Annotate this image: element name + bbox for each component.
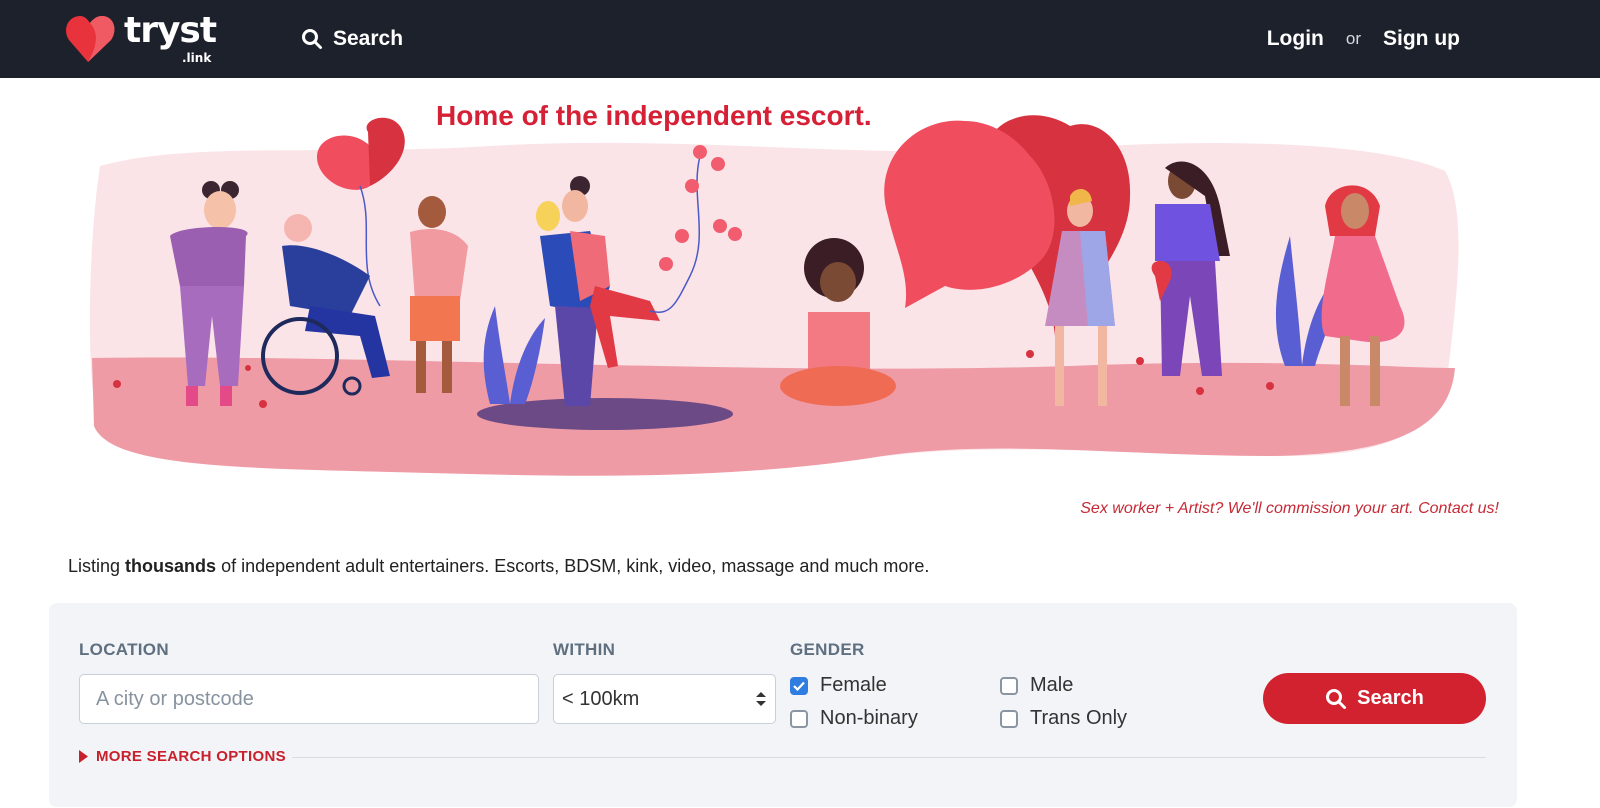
intro-after: of independent adult entertainers. Escor… bbox=[216, 556, 930, 576]
within-select[interactable]: < 100km bbox=[553, 674, 776, 724]
hero-illustration bbox=[89, 115, 1459, 476]
gender-nonbinary-label: Non-binary bbox=[820, 707, 918, 729]
artist-commission-link[interactable]: Sex worker + Artist? We'll commission yo… bbox=[1080, 500, 1499, 518]
more-search-options-toggle[interactable]: MORE SEARCH OPTIONS bbox=[79, 748, 286, 765]
hero-title: Home of the independent escort. bbox=[436, 100, 872, 131]
checkmark-icon bbox=[793, 681, 805, 691]
gender-trans-only-checkbox[interactable]: Trans Only bbox=[1000, 707, 1127, 730]
location-input[interactable] bbox=[79, 674, 539, 724]
checkbox-checked-icon bbox=[790, 676, 808, 695]
options-divider bbox=[292, 757, 1486, 758]
gender-nonbinary-checkbox[interactable]: Non-binary bbox=[790, 707, 918, 730]
brand-logo[interactable]: tryst .link bbox=[66, 10, 217, 66]
login-link[interactable]: Login bbox=[1267, 27, 1324, 51]
location-label: LOCATION bbox=[79, 640, 169, 659]
gender-trans-only-label: Trans Only bbox=[1030, 707, 1128, 729]
gender-male-checkbox[interactable]: Male bbox=[1000, 674, 1073, 697]
hero-ground bbox=[92, 357, 1455, 476]
gender-female-label: Female bbox=[820, 674, 887, 696]
within-value: < 100km bbox=[562, 687, 640, 710]
or-separator: or bbox=[1345, 29, 1361, 48]
gender-female-checkbox[interactable]: Female bbox=[790, 674, 887, 697]
search-submit-button[interactable]: Search bbox=[1263, 673, 1486, 724]
more-search-options-label: MORE SEARCH OPTIONS bbox=[96, 748, 286, 765]
heart-logo-icon bbox=[66, 16, 115, 62]
select-arrows-icon bbox=[756, 692, 766, 706]
gender-male-label: Male bbox=[1030, 674, 1074, 696]
search-button-label: Search bbox=[1357, 687, 1424, 709]
brand-suffix: .link bbox=[182, 51, 212, 65]
checkbox-icon bbox=[1000, 676, 1018, 695]
intro-text: Listing thousands of independent adult e… bbox=[68, 556, 929, 577]
brand-name: tryst bbox=[124, 10, 217, 51]
search-icon bbox=[302, 29, 322, 49]
signup-link[interactable]: Sign up bbox=[1383, 27, 1460, 51]
header-search-label: Search bbox=[333, 27, 404, 50]
auth-links: Login or Sign up bbox=[1267, 22, 1460, 56]
intro-bold: thousands bbox=[125, 556, 217, 576]
gender-label: GENDER bbox=[790, 640, 865, 659]
checkbox-icon bbox=[1000, 709, 1018, 728]
within-label: WITHIN bbox=[553, 640, 616, 659]
top-navbar: tryst .link Search Login or Sign up bbox=[0, 0, 1600, 78]
header-search-link[interactable]: Search bbox=[301, 22, 403, 56]
caret-right-icon bbox=[79, 750, 88, 763]
intro-before: Listing bbox=[68, 556, 126, 576]
search-icon bbox=[1326, 688, 1347, 709]
checkbox-icon bbox=[790, 709, 808, 728]
